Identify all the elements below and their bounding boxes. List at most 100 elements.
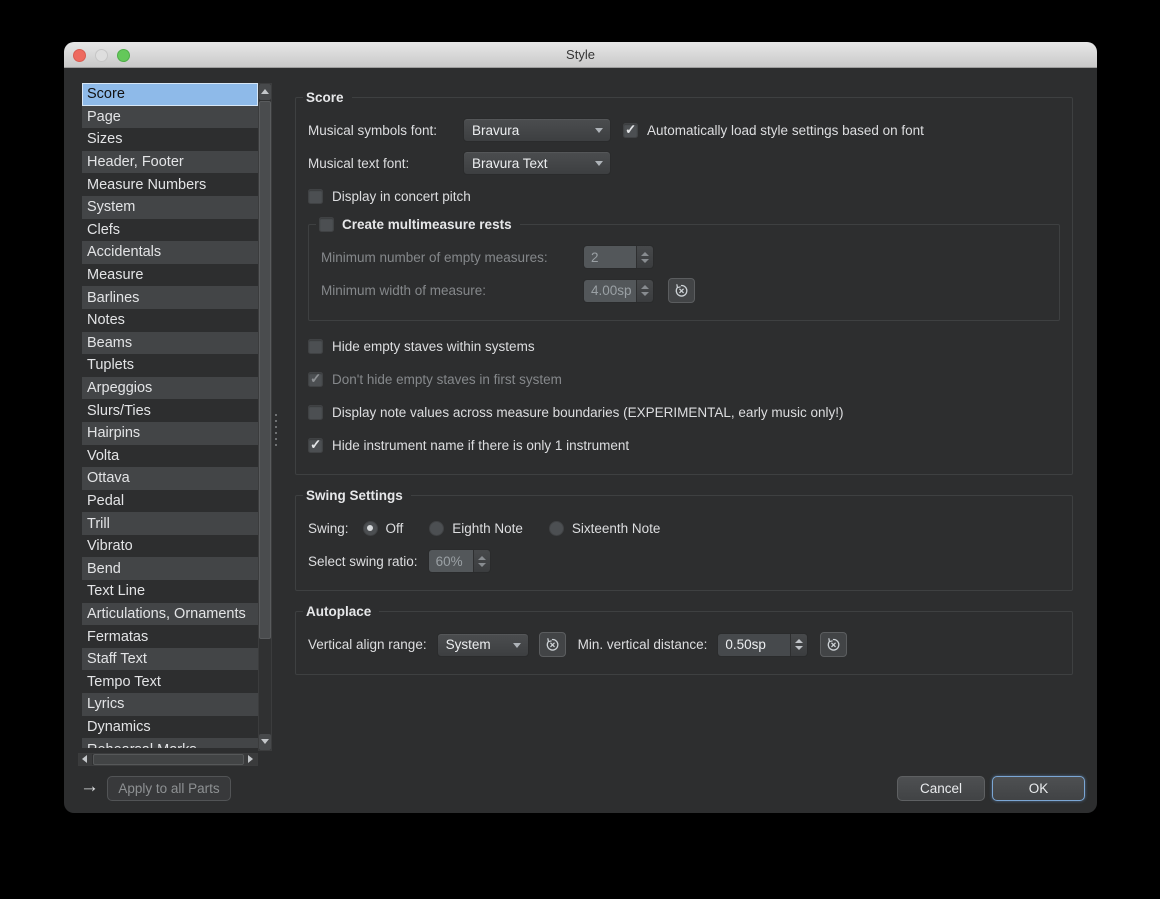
sidebar-item-lyrics[interactable]: Lyrics xyxy=(82,693,258,716)
vertical-align-range-select[interactable]: System xyxy=(437,633,529,657)
titlebar[interactable]: Style xyxy=(64,42,1097,68)
sidebar-item-tempo-text[interactable]: Tempo Text xyxy=(82,670,258,693)
sidebar-item-staff-text[interactable]: Staff Text xyxy=(82,648,258,671)
scroll-down-button[interactable] xyxy=(259,734,271,750)
horizontal-scrollbar-thumb[interactable] xyxy=(93,754,244,765)
sidebar-item-pedal[interactable]: Pedal xyxy=(82,490,258,513)
scroll-right-button[interactable] xyxy=(244,754,257,765)
sidebar-item-articulations-ornaments[interactable]: Articulations, Ornaments xyxy=(82,603,258,626)
checkbox[interactable] xyxy=(308,438,323,453)
reset-icon[interactable] xyxy=(820,632,847,657)
sidebar-item-arpeggios[interactable]: Arpeggios xyxy=(82,377,258,400)
checkbox-label: Don't hide empty staves in first system xyxy=(332,372,562,387)
chevron-down-icon xyxy=(595,161,603,166)
auto-load-style-checkbox[interactable] xyxy=(623,123,638,138)
checkbox-row: Display note values across measure bound… xyxy=(308,400,1060,424)
sidebar-item-measure[interactable]: Measure xyxy=(82,264,258,287)
concert-pitch-label: Display in concert pitch xyxy=(332,189,471,204)
min-vertical-distance-label: Min. vertical distance: xyxy=(578,637,708,652)
splitter-handle[interactable] xyxy=(273,414,279,446)
radio-label: Off xyxy=(386,521,404,536)
checkbox[interactable] xyxy=(308,405,323,420)
checkbox-row: Don't hide empty staves in first system xyxy=(308,367,1060,391)
autoplace-title: Autoplace xyxy=(303,604,379,619)
min-empty-measures-label: Minimum number of empty measures: xyxy=(321,250,583,265)
radio-option-off[interactable]: Off xyxy=(363,521,404,536)
sidebar-item-dynamics[interactable]: Dynamics xyxy=(82,716,258,739)
spinner-arrows[interactable] xyxy=(636,246,653,268)
radio-icon[interactable] xyxy=(549,521,564,536)
sidebar-item-trill[interactable]: Trill xyxy=(82,512,258,535)
checkbox[interactable] xyxy=(308,372,323,387)
musical-text-font-label: Musical text font: xyxy=(308,156,463,171)
radio-icon[interactable] xyxy=(363,521,378,536)
radio-icon[interactable] xyxy=(429,521,444,536)
chevron-down-icon xyxy=(513,643,521,648)
musical-text-font-select[interactable]: Bravura Text xyxy=(463,151,611,175)
sidebar-item-bend[interactable]: Bend xyxy=(82,557,258,580)
style-page-score: Score Musical symbols font: Bravura Auto… xyxy=(295,90,1073,688)
sidebar-item-sizes[interactable]: Sizes xyxy=(82,128,258,151)
sidebar-item-system[interactable]: System xyxy=(82,196,258,219)
min-vertical-distance-spinner[interactable]: 0.50sp xyxy=(717,633,808,657)
swing-ratio-row: Select swing ratio: 60% xyxy=(308,549,1060,573)
sidebar-item-clefs[interactable]: Clefs xyxy=(82,219,258,242)
window-title: Style xyxy=(64,42,1097,68)
checkbox-label: Hide instrument name if there is only 1 … xyxy=(332,438,629,453)
reset-icon[interactable] xyxy=(539,632,566,657)
desktop-background: Style ScorePageSizesHeader, FooterMeasur… xyxy=(0,0,1160,899)
musical-symbols-font-value: Bravura xyxy=(472,123,519,138)
vertical-scrollbar-thumb[interactable] xyxy=(259,101,271,639)
scroll-up-button[interactable] xyxy=(259,84,271,100)
sidebar-item-score[interactable]: Score xyxy=(82,83,258,106)
concert-pitch-checkbox[interactable] xyxy=(308,189,323,204)
style-dialog: Style ScorePageSizesHeader, FooterMeasur… xyxy=(64,42,1097,813)
checkbox-row: Hide instrument name if there is only 1 … xyxy=(308,433,1060,457)
checkbox-row: Hide empty staves within systems xyxy=(308,334,1060,358)
scroll-left-button[interactable] xyxy=(79,754,92,765)
sidebar-item-barlines[interactable]: Barlines xyxy=(82,286,258,309)
swing-ratio-spinner[interactable]: 60% xyxy=(428,549,491,573)
sidebar-item-accidentals[interactable]: Accidentals xyxy=(82,241,258,264)
cancel-button[interactable]: Cancel xyxy=(897,776,985,801)
radio-option-eighth-note[interactable]: Eighth Note xyxy=(429,521,523,536)
ok-button[interactable]: OK xyxy=(992,776,1085,801)
swing-label: Swing: xyxy=(308,521,349,536)
musical-text-font-row: Musical text font: Bravura Text xyxy=(308,151,1060,175)
sidebar-item-text-line[interactable]: Text Line xyxy=(82,580,258,603)
sidebar-item-header-footer[interactable]: Header, Footer xyxy=(82,151,258,174)
musical-symbols-font-row: Musical symbols font: Bravura Automatica… xyxy=(308,118,1060,142)
min-measure-width-spinner[interactable]: 4.00sp xyxy=(583,279,654,303)
autoplace-row: Vertical align range: System Min. vertic… xyxy=(308,632,1060,657)
min-vertical-distance-value: 0.50sp xyxy=(718,634,790,656)
sidebar-item-notes[interactable]: Notes xyxy=(82,309,258,332)
musical-text-font-value: Bravura Text xyxy=(472,156,548,171)
min-empty-measures-spinner[interactable]: 2 xyxy=(583,245,654,269)
autoplace-group: Autoplace Vertical align range: System xyxy=(295,604,1073,675)
create-multimeasure-rests-checkbox[interactable] xyxy=(319,217,334,232)
spinner-arrows[interactable] xyxy=(473,550,490,572)
horizontal-scrollbar[interactable] xyxy=(78,753,258,766)
musical-symbols-font-select[interactable]: Bravura xyxy=(463,118,611,142)
sidebar-item-rehearsal-marks[interactable]: Rehearsal Marks xyxy=(82,738,258,748)
vertical-scrollbar[interactable] xyxy=(258,83,272,751)
spinner-arrows[interactable] xyxy=(790,634,807,656)
sidebar-item-measure-numbers[interactable]: Measure Numbers xyxy=(82,173,258,196)
sidebar-item-hairpins[interactable]: Hairpins xyxy=(82,422,258,445)
checkbox-label: Hide empty staves within systems xyxy=(332,339,535,354)
reset-icon[interactable] xyxy=(668,278,695,303)
spinner-arrows[interactable] xyxy=(636,280,653,302)
sidebar-item-volta[interactable]: Volta xyxy=(82,445,258,468)
apply-to-all-parts-button[interactable]: Apply to all Parts xyxy=(107,776,231,801)
sidebar-item-page[interactable]: Page xyxy=(82,106,258,129)
checkbox[interactable] xyxy=(308,339,323,354)
sidebar-item-fermatas[interactable]: Fermatas xyxy=(82,625,258,648)
radio-option-sixteenth-note[interactable]: Sixteenth Note xyxy=(549,521,661,536)
sidebar-item-tuplets[interactable]: Tuplets xyxy=(82,354,258,377)
sidebar-item-beams[interactable]: Beams xyxy=(82,332,258,355)
style-category-list[interactable]: ScorePageSizesHeader, FooterMeasure Numb… xyxy=(82,83,258,748)
sidebar-item-vibrato[interactable]: Vibrato xyxy=(82,535,258,558)
min-empty-measures-value: 2 xyxy=(584,246,636,268)
sidebar-item-ottava[interactable]: Ottava xyxy=(82,467,258,490)
sidebar-item-slurs-ties[interactable]: Slurs/Ties xyxy=(82,399,258,422)
